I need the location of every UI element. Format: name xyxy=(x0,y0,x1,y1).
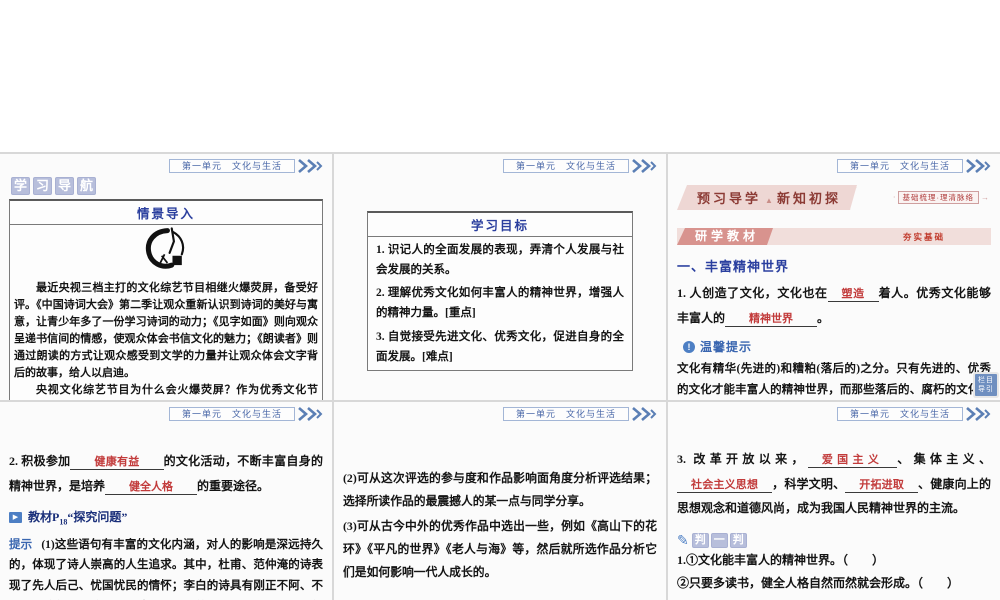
warm-tip-title: 温馨提示 xyxy=(700,340,753,355)
title-char: 习 xyxy=(33,177,53,195)
textbook-post: “探究问题” xyxy=(67,510,128,525)
unit-badge: 第一单元 文化与生活 xyxy=(502,158,629,173)
unit-header: 第一单元 文化与生活 xyxy=(677,158,991,173)
unit-badge: 第一单元 文化与生活 xyxy=(168,158,295,173)
column-nav-line: 导引 xyxy=(978,386,994,393)
intro-paragraph: 最近央视三档主打的文化综艺节目相继火爆荧屏，备受好评。《中国诗词大会》第二季让观… xyxy=(14,282,318,380)
answer-paragraph: (3)可从古今中外的优秀作品中选出一些，例如《高山下的花环》《平凡的世界》《老人… xyxy=(343,519,657,579)
fill-in-paragraph: 1. 人创造了文化，文化也在 塑造 着人。优秀文化能够丰富人的 精神世界。 xyxy=(677,281,991,330)
chevron-right-icon xyxy=(298,406,323,421)
warm-tip-text: 文化有精华(先进的)和糟粕(落后的)之分。只有先进的、优秀的文化才能丰富人的精神… xyxy=(677,363,991,397)
hint-paragraph: 提示 (1)这些语句有丰富的文化内涵，对人的影响是深远持久的，体现了诗人崇高的人生… xyxy=(9,535,323,600)
fill-text: 。 xyxy=(817,310,830,325)
title-char: 导 xyxy=(55,177,75,195)
slide-5: 第一单元 文化与生活 (2)可从这次评选的参与度和作品影响面角度分析评选结果；选… xyxy=(334,402,666,600)
top-blank-area xyxy=(0,0,1000,152)
section-heading: 一、丰富精神世界 xyxy=(677,259,790,274)
study-goal-box: 学习目标 1. 识记人的全面发展的表现，弄清个人发展与社会发展的关系。 2. 理… xyxy=(367,211,633,371)
info-icon: ! xyxy=(683,340,695,353)
ribbon-label: 预习导学 xyxy=(697,191,762,206)
judge-char: 一 xyxy=(710,533,728,549)
judge-section-header: ✎ 判一判 xyxy=(677,533,991,549)
basics-badge-label: 基础梳理·理清脉络 xyxy=(897,191,979,204)
fill-text: 、集体主义、 xyxy=(897,452,991,466)
chevron-right-icon xyxy=(632,158,657,173)
preview-study-ribbon-row: 预习导学 ▲ 新知初探 · 基础梳理·理清脉络 → xyxy=(677,185,991,210)
box-title: 情景导入 xyxy=(10,201,322,225)
scene-intro-box: 情景导入 最近央视三档主打的文化综艺节目相继火爆荧屏，备受好评。《中国诗词大会》… xyxy=(9,199,323,400)
answer-blank: 开拓进取 xyxy=(845,478,919,493)
column-nav-badge[interactable]: 栏目 导引 xyxy=(975,374,997,396)
chevron-right-icon xyxy=(632,406,657,421)
unit-badge: 第一单元 文化与生活 xyxy=(502,406,629,421)
slide-2: 第一单元 文化与生活 学习目标 1. 识记人的全面发展的表现，弄清个人发展与社会… xyxy=(334,154,666,400)
slide-6: 第一单元 文化与生活 3. 改革开放以来， 爱国主义 、集体主义、社会主义思想 ，科学… xyxy=(668,402,1000,600)
unit-header: 第一单元 文化与生活 xyxy=(343,158,657,173)
section-title-study-nav: 学习导航 xyxy=(11,177,323,195)
chevron-right-icon xyxy=(966,406,991,421)
ribbon-label: 新知初探 xyxy=(776,191,841,206)
textbook-reference-label: 教材P18“探究问题” xyxy=(28,508,127,526)
fill-text: 2. 积极参加 xyxy=(9,454,71,468)
play-icon: ▶ xyxy=(9,511,22,523)
answer-blank: 健康有益 xyxy=(70,456,164,470)
judge-char: 判 xyxy=(691,533,709,549)
dash-icon: · xyxy=(892,193,896,202)
column-nav-line: 栏目 xyxy=(978,377,994,384)
unit-header: 第一单元 文化与生活 xyxy=(9,158,323,173)
answer-blank: 社会主义思想 xyxy=(677,478,773,493)
hint-label: 提示 xyxy=(9,538,33,551)
textbook-pre: 教材P xyxy=(28,510,60,525)
chevron-right-icon xyxy=(966,158,991,173)
study-material-ribbon-row: 研学教材 夯实基础 xyxy=(677,228,991,245)
judge-question: 1.①文化能丰富人的精神世界。（ ） xyxy=(677,552,885,567)
chevron-right-icon xyxy=(298,158,323,173)
warm-tip-header: ! 温馨提示 xyxy=(683,338,991,355)
arrow-right-icon: → xyxy=(981,193,989,202)
pen-icon: ✎ xyxy=(677,532,689,549)
slides-grid: 第一单元 文化与生活 学习导航 情景导入 最近央视三档主打的文化综艺节目相继火爆… xyxy=(0,152,1000,600)
textbook-reference: ▶ 教材P18“探究问题” xyxy=(9,508,323,527)
unit-badge: 第一单元 文化与生活 xyxy=(168,406,295,421)
slide-4: 第一单元 文化与生活 2. 积极参加 健康有益 的文化活动，不断丰富自身的精神世界，… xyxy=(0,402,332,600)
intro-paragraph: 央视文化综艺节目为什么会火爆荧屏？作为优秀文化节目，它对人的发展会产生怎样的作用… xyxy=(36,384,318,397)
goal-item: 1. 识记人的全面发展的表现，弄清个人发展与社会发展的关系。 xyxy=(376,244,624,277)
courseware-page: 第一单元 文化与生活 学习导航 情景导入 最近央视三档主打的文化综艺节目相继火爆… xyxy=(0,0,1000,600)
poetry-conference-logo xyxy=(10,225,322,278)
unit-header: 第一单元 文化与生活 xyxy=(9,406,323,421)
answer-blank: 精神世界 xyxy=(725,312,818,327)
answer-blank: 爱国主义 xyxy=(807,454,898,468)
answer-paragraph: (2)可从这次评选的参与度和作品影响面角度分析评选结果；选择所读作品的最震撼人的… xyxy=(343,471,657,508)
slide-1: 第一单元 文化与生活 学习导航 情景导入 最近央视三档主打的文化综艺节目相继火爆… xyxy=(0,154,332,400)
judge-question: ②只要多读书，健全人格自然而然就会形成。（ ） xyxy=(677,576,960,591)
slide-3: 第一单元 文化与生活 预习导学 ▲ 新知初探 · 基础梳理·理清脉络 → 研学教… xyxy=(668,154,1000,400)
goal-item: 2. 理解优秀文化如何丰富人的精神世界，增强人的精神力量。[重点] xyxy=(376,287,624,320)
study-material-ribbon: 研学教材 xyxy=(677,228,773,245)
judge-char: 判 xyxy=(729,533,747,549)
fill-text: 的重要途径。 xyxy=(197,478,270,493)
answer-blank: 塑造 xyxy=(827,288,879,302)
title-char: 学 xyxy=(11,177,31,195)
title-char: 航 xyxy=(77,177,97,195)
goal-item: 3. 自觉接受先进文化、优秀文化，促进自身的全面发展。[难点] xyxy=(376,330,624,363)
fill-text: 3. 改革开放以来， xyxy=(677,452,808,466)
triangle-separator-icon: ▲ xyxy=(765,196,773,205)
unit-header: 第一单元 文化与生活 xyxy=(677,406,991,421)
fill-text: ，科学文明、 xyxy=(772,476,846,491)
unit-badge: 第一单元 文化与生活 xyxy=(836,406,963,421)
fill-text: 1. 人创造了文化，文化也在 xyxy=(677,286,828,300)
unit-header: 第一单元 文化与生活 xyxy=(343,406,657,421)
basics-badge: · 基础梳理·理清脉络 → xyxy=(891,191,991,204)
preview-study-ribbon: 预习导学 ▲ 新知初探 xyxy=(677,185,857,210)
unit-badge: 第一单元 文化与生活 xyxy=(836,158,963,173)
answer-blank: 健全人格 xyxy=(105,480,198,495)
solid-foundation-label: 夯实基础 xyxy=(903,231,946,242)
box-title: 学习目标 xyxy=(368,213,632,237)
hint-text: (1)这些语句有丰富的文化内涵，对人的影响是深远持久的，体现了诗人崇高的人生追求… xyxy=(9,538,323,592)
fill-in-paragraph: 3. 改革开放以来， 爱国主义 、集体主义、社会主义思想 ，科学文明、 开拓进取 、健康向… xyxy=(677,447,991,521)
fill-in-paragraph: 2. 积极参加 健康有益 的文化活动，不断丰富自身的精神世界，是培养 健全人格 的重要途… xyxy=(9,449,323,498)
